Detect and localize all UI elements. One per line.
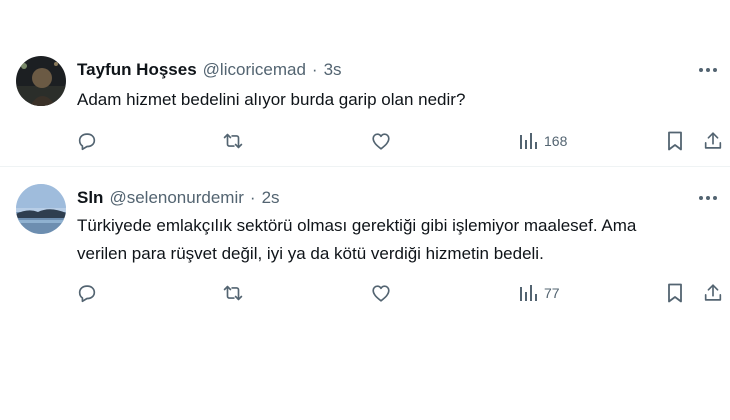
tweet[interactable]: Tayfun Hoşses @licoricemad · 3s Adam hiz… [0,44,730,166]
tweet-text: Adam hizmet bedelini alıyor burda garip … [77,86,717,114]
timestamp[interactable]: 2s [262,188,280,208]
reply-button[interactable] [76,280,98,306]
bookmark-icon [665,130,685,152]
bookmark-button[interactable] [665,280,685,306]
tweet-text-line: Adam hizmet bedelini alıyor burda garip … [77,90,466,109]
retweet-icon [221,130,245,152]
heart-icon [370,282,392,304]
views-count: 168 [544,133,568,149]
views-chart-icon [518,131,538,151]
user-handle[interactable]: @licoricemad [203,60,306,80]
tweet-text-line: verilen para rüşvet değil, iyi ya da köt… [77,244,544,263]
display-name[interactable]: Sln [77,188,103,208]
tweet-header: Sln @selenonurdemir · 2s [77,188,280,208]
bookmark-button[interactable] [665,128,685,154]
tweet-actions: 168 [76,128,726,154]
reply-button[interactable] [76,128,98,154]
views-button[interactable]: 168 [518,128,567,154]
more-dots-icon[interactable] [696,60,720,80]
retweet-icon [221,282,245,304]
tweet-text-line: Türkiyede emlakçılık sektörü olması gere… [77,216,637,235]
views-chart-icon [518,283,538,303]
like-button[interactable] [370,280,392,306]
timestamp[interactable]: 3s [324,60,342,80]
share-icon [702,130,724,152]
avatar[interactable] [16,56,66,106]
like-button[interactable] [370,128,392,154]
tweet-actions: 77 [76,280,726,306]
tweet-header: Tayfun Hoşses @licoricemad · 3s [77,60,342,80]
share-icon [702,282,724,304]
user-handle[interactable]: @selenonurdemir [109,188,243,208]
avatar[interactable] [16,184,66,234]
more-dots-icon[interactable] [696,188,720,208]
tweet-text: Türkiyede emlakçılık sektörü olması gere… [77,212,717,268]
share-button[interactable] [702,128,724,154]
tweet[interactable]: Sln @selenonurdemir · 2s Türkiyede emlak… [0,168,730,318]
tweet-divider [0,166,730,167]
separator-dot: · [311,60,318,79]
views-button[interactable]: 77 [518,280,560,306]
reply-icon [76,130,98,152]
views-count: 77 [544,285,560,301]
separator-dot: · [249,188,256,207]
share-button[interactable] [702,280,724,306]
heart-icon [370,130,392,152]
retweet-button[interactable] [221,128,245,154]
reply-icon [76,282,98,304]
bookmark-icon [665,282,685,304]
retweet-button[interactable] [221,280,245,306]
display-name[interactable]: Tayfun Hoşses [77,60,197,80]
